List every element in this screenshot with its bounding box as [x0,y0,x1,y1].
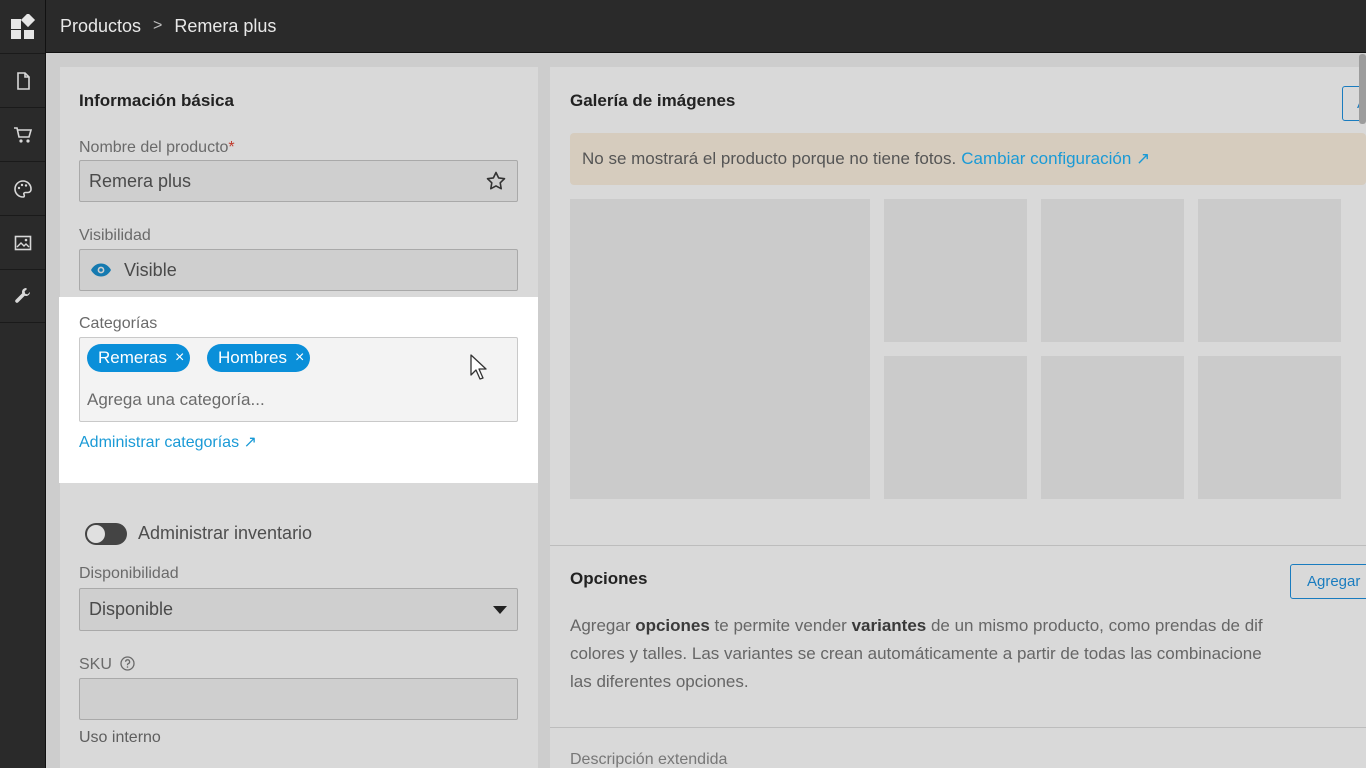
remove-chip-icon[interactable]: × [175,349,184,367]
image-icon [14,235,31,250]
sku-input[interactable] [79,678,518,720]
sidebar-item-images[interactable] [0,215,45,269]
breadcrumb-separator: > [153,17,163,34]
sku-label: SKU [79,656,136,674]
breadcrumb-current: Remera plus [174,15,277,36]
mouse-cursor-icon [470,354,487,380]
wrench-icon [14,287,30,303]
availability-value: Disponible [89,599,174,619]
section-divider [550,545,1366,546]
image-slot[interactable] [1041,356,1184,499]
availability-label: Disponibilidad [79,565,179,582]
caret-down-icon [493,606,507,614]
change-settings-link[interactable]: Cambiar configuración ↗ [961,149,1150,169]
categories-section: Categorías Remeras × Hombres × Agrega un… [59,297,538,483]
sidebar-item-tools[interactable] [0,269,45,323]
category-chip-hombres: Hombres × [207,344,311,372]
internal-use-hint: Uso interno [79,729,161,746]
image-slot[interactable] [884,356,1027,499]
app-logo-icon[interactable] [0,0,45,53]
visibility-value: Visible [124,259,177,280]
notice-text: No se mostrará el producto porque no tie… [582,149,957,168]
sidebar [0,0,46,768]
manage-categories-link[interactable]: Administrar categorías ↗ [79,432,257,452]
section-divider [550,727,1366,728]
top-bar: Productos > Remera plus [46,0,1366,53]
options-description: Agregar opciones te permite vender varia… [570,616,1263,691]
image-slot[interactable] [884,199,1027,342]
categories-input[interactable]: Remeras × Hombres × Agrega una categoría… [79,337,518,422]
image-slot[interactable] [1198,356,1341,499]
image-gallery-card: Galería de imágenes A No se mostrará el … [550,67,1366,545]
remove-chip-icon[interactable]: × [295,349,304,367]
palette-icon [13,179,32,198]
eye-icon [91,263,111,277]
no-photos-notice: No se mostrará el producto porque no tie… [570,133,1366,185]
sidebar-item-design[interactable] [0,161,45,215]
sidebar-item-cart[interactable] [0,107,45,161]
basic-info-title: Información básica [79,91,234,110]
image-slot[interactable] [1041,199,1184,342]
sidebar-item-documents[interactable] [0,53,45,107]
add-option-button[interactable]: Agregar [1290,564,1366,599]
options-card: Opciones Agregar Agregar opciones te per… [550,545,1366,768]
product-name-value: Remera plus [89,170,192,191]
visibility-select[interactable]: Visible [79,249,518,291]
product-name-input[interactable]: Remera plus [79,160,518,202]
visibility-label: Visibilidad [79,227,151,244]
options-title: Opciones [570,569,648,588]
scrollbar-thumb[interactable] [1359,54,1366,124]
document-icon [16,71,30,90]
inventory-toggle[interactable] [85,523,127,545]
image-slot[interactable] [1198,199,1341,342]
breadcrumb-parent[interactable]: Productos [60,16,141,37]
extended-description-label: Descripción extendida [570,751,728,768]
inventory-toggle-label: Administrar inventario [138,523,313,543]
required-mark: * [228,139,235,156]
category-chip-remeras: Remeras × [87,344,191,372]
image-slot-main[interactable] [570,199,870,499]
help-icon[interactable] [120,656,136,671]
categories-label: Categorías [79,315,158,332]
product-name-label: Nombre del producto* [79,139,235,156]
gallery-title: Galería de imágenes [570,91,736,110]
cart-icon [13,126,32,143]
star-icon[interactable] [486,171,506,191]
availability-select[interactable]: Disponible [79,588,518,631]
category-input-placeholder[interactable]: Agrega una categoría... [87,390,265,410]
